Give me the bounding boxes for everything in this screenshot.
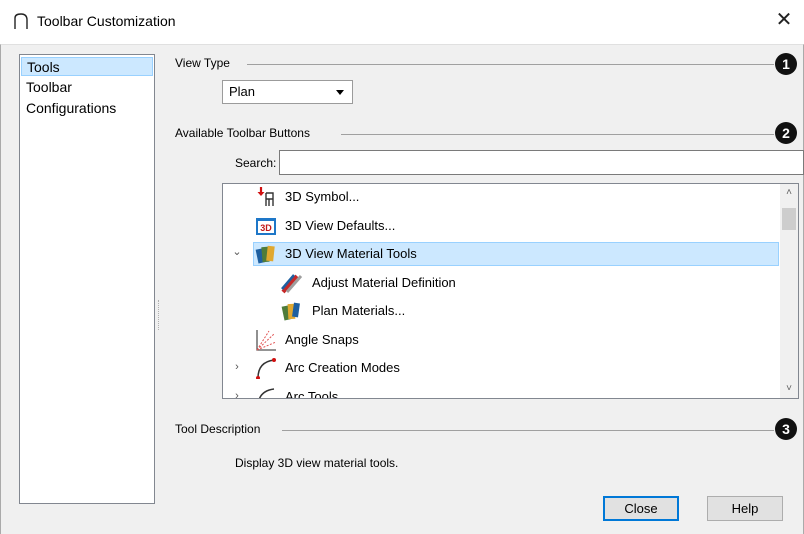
3d-view-defaults-icon: 3D <box>256 218 276 235</box>
tree-item-3d-view-defaults[interactable]: 3D 3D View Defaults... <box>223 213 780 239</box>
category-list: Tools Toolbar Configurations <box>19 54 155 504</box>
tree-item-label: 3D View Defaults... <box>285 218 396 233</box>
expand-collapse-icon[interactable]: › <box>231 360 243 374</box>
tree-item-label: 3D Symbol... <box>285 189 360 204</box>
help-button[interactable]: Help <box>707 496 783 521</box>
tree-item-plan-materials[interactable]: Plan Materials... <box>223 298 780 324</box>
search-label: Search: <box>235 156 277 170</box>
panel-splitter[interactable] <box>158 300 160 330</box>
available-buttons-label: Available Toolbar Buttons <box>175 126 310 140</box>
tree-item-3d-symbol[interactable]: 3D Symbol... <box>223 184 780 210</box>
adjust-material-icon <box>281 274 303 294</box>
close-icon[interactable]: ✕ <box>764 4 804 36</box>
callout-badge-3: 3 <box>775 418 797 440</box>
view-type-value: Plan <box>229 84 256 99</box>
tool-description-label: Tool Description <box>175 422 261 436</box>
arch-logo-icon <box>14 13 28 29</box>
arc-creation-icon <box>256 358 276 379</box>
category-item-label: Toolbar <box>26 79 72 95</box>
view-type-label: View Type <box>175 56 230 70</box>
expand-collapse-icon[interactable]: › <box>231 389 243 398</box>
scroll-thumb[interactable] <box>782 208 796 230</box>
angle-snaps-icon <box>256 330 277 351</box>
expand-collapse-icon[interactable]: ⌄ <box>231 245 243 259</box>
section-divider <box>341 134 774 135</box>
tree-item-label: 3D View Material Tools <box>285 246 417 261</box>
section-divider <box>247 64 774 65</box>
category-item-tools[interactable]: Tools <box>21 57 153 76</box>
window-title: Toolbar Customization <box>37 13 176 29</box>
tree-item-arc-tools[interactable]: › Arc Tools <box>223 384 780 399</box>
tree-item-label: Arc Tools <box>285 389 339 399</box>
tree-item-3d-view-material-tools[interactable]: ⌄ 3D View Material Tools <box>223 241 780 267</box>
toolbar-buttons-tree: 3D Symbol... 3D 3D View Defaults... ⌄ 3D… <box>222 183 799 399</box>
tool-description-text: Display 3D view material tools. <box>235 456 399 470</box>
callout-badge-2: 2 <box>775 122 797 144</box>
material-tools-icon <box>255 245 275 264</box>
scroll-up-icon[interactable]: ˄ <box>780 184 798 202</box>
tree-item-angle-snaps[interactable]: Angle Snaps <box>223 327 780 353</box>
tree-item-label: Arc Creation Modes <box>285 360 400 375</box>
tree-item-adjust-material-definition[interactable]: Adjust Material Definition <box>223 270 780 296</box>
arc-tools-icon <box>258 388 275 398</box>
close-button[interactable]: Close <box>603 496 679 521</box>
view-type-select[interactable]: Plan <box>222 80 353 104</box>
title-bar: Toolbar Customization ✕ <box>0 0 804 44</box>
tree-item-label: Angle Snaps <box>285 332 359 347</box>
tree-item-label: Adjust Material Definition <box>312 275 456 290</box>
tree-item-arc-creation-modes[interactable]: › Arc Creation Modes <box>223 355 780 381</box>
icon-text: 3D <box>260 223 272 233</box>
3d-symbol-icon <box>257 187 274 206</box>
section-divider <box>282 430 774 431</box>
category-item-label: Configurations <box>26 100 117 116</box>
search-input[interactable] <box>279 150 804 175</box>
tree-scrollbar[interactable]: ˄ ˅ <box>780 184 798 398</box>
scroll-down-icon[interactable]: ˅ <box>780 380 798 398</box>
category-item-configurations[interactable]: Configurations <box>21 99 153 118</box>
category-item-label: Tools <box>27 59 60 75</box>
dropdown-arrow-icon <box>336 90 344 95</box>
tree-item-label: Plan Materials... <box>312 303 406 318</box>
plan-materials-icon <box>281 302 300 321</box>
category-item-toolbar[interactable]: Toolbar <box>21 78 153 97</box>
callout-badge-1: 1 <box>775 53 797 75</box>
